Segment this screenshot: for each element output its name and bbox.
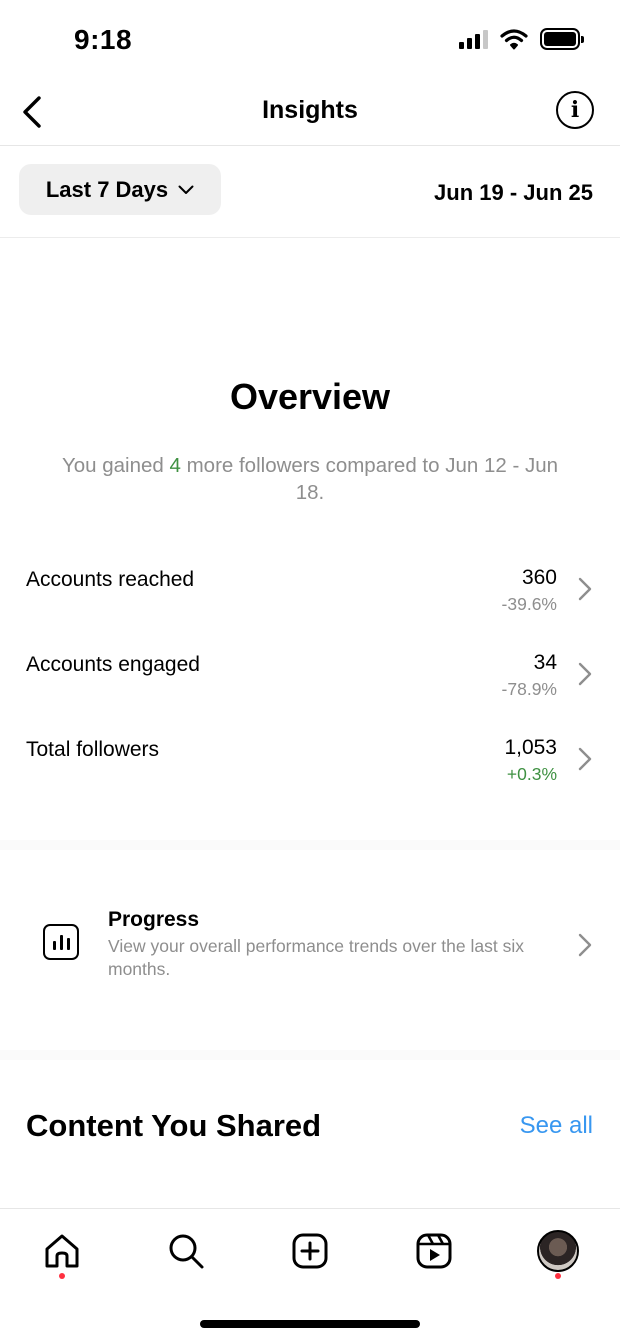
date-range-dropdown-label: Last 7 Days <box>45 176 169 202</box>
bar-chart-icon <box>43 924 79 960</box>
metric-change: +0.3% <box>506 764 557 784</box>
progress-row[interactable]: Progress View your overall performance t… <box>0 894 620 994</box>
date-range-dropdown[interactable]: Last 7 Days <box>19 164 221 215</box>
home-icon <box>45 1234 79 1268</box>
section-divider <box>0 1050 620 1060</box>
tab-profile[interactable] <box>534 1227 582 1275</box>
date-filter-row: Last 7 Days Jun 19 - Jun 25 <box>0 146 620 238</box>
follower-gain-count: 4 <box>169 454 181 477</box>
status-bar: 9:18 <box>0 0 620 80</box>
chevron-right-icon <box>578 577 592 601</box>
section-divider <box>0 840 620 850</box>
info-icon: i <box>570 97 580 123</box>
tab-create[interactable] <box>286 1227 334 1275</box>
nav-header: Insights i <box>0 80 620 146</box>
date-range-text: Jun 19 - Jun 25 <box>434 180 593 205</box>
chevron-right-icon <box>578 662 592 686</box>
metric-change: -78.9% <box>501 679 557 699</box>
tab-reels[interactable] <box>410 1227 458 1275</box>
profile-notification-dot <box>555 1273 561 1279</box>
chevron-right-icon <box>578 933 592 957</box>
status-icons <box>459 28 584 50</box>
content-section-title: Content You Shared <box>26 1108 322 1143</box>
cellular-signal-icon <box>459 29 488 49</box>
chevron-down-icon <box>178 185 194 194</box>
home-notification-dot <box>59 1273 65 1279</box>
profile-avatar <box>537 1230 579 1272</box>
chevron-right-icon <box>578 747 592 771</box>
summary-prefix: You gained <box>61 454 170 477</box>
tab-search[interactable] <box>162 1227 210 1275</box>
progress-title: Progress <box>108 908 200 931</box>
metric-row-accounts-reached[interactable]: Accounts reached 360 -39.6% <box>0 564 620 636</box>
metric-label: Accounts reached <box>26 568 195 591</box>
reels-icon <box>416 1233 452 1269</box>
metric-row-accounts-engaged[interactable]: Accounts engaged 34 -78.9% <box>0 649 620 721</box>
metric-row-total-followers[interactable]: Total followers 1,053 +0.3% <box>0 734 620 806</box>
metric-value: 360 <box>521 566 557 589</box>
page-title: Insights <box>262 96 358 124</box>
create-icon <box>292 1233 328 1269</box>
info-button[interactable]: i <box>556 91 594 129</box>
home-indicator <box>200 1320 420 1328</box>
summary-suffix: more followers compared to Jun 12 - Jun … <box>180 454 559 504</box>
see-all-link[interactable]: See all <box>520 1112 593 1140</box>
progress-description: View your overall performance trends ove… <box>108 936 524 979</box>
metric-change: -39.6% <box>501 594 557 614</box>
overview-summary: You gained 4 more followers compared to … <box>50 452 570 506</box>
metric-value: 34 <box>533 651 557 674</box>
wifi-icon <box>500 29 528 50</box>
status-time: 9:18 <box>74 24 133 55</box>
metric-value: 1,053 <box>504 736 557 759</box>
metric-label: Accounts engaged <box>26 653 200 676</box>
tab-home[interactable] <box>38 1227 86 1275</box>
metric-label: Total followers <box>26 738 160 761</box>
search-icon <box>169 1234 204 1269</box>
battery-icon <box>540 28 584 50</box>
overview-title: Overview <box>229 376 391 417</box>
